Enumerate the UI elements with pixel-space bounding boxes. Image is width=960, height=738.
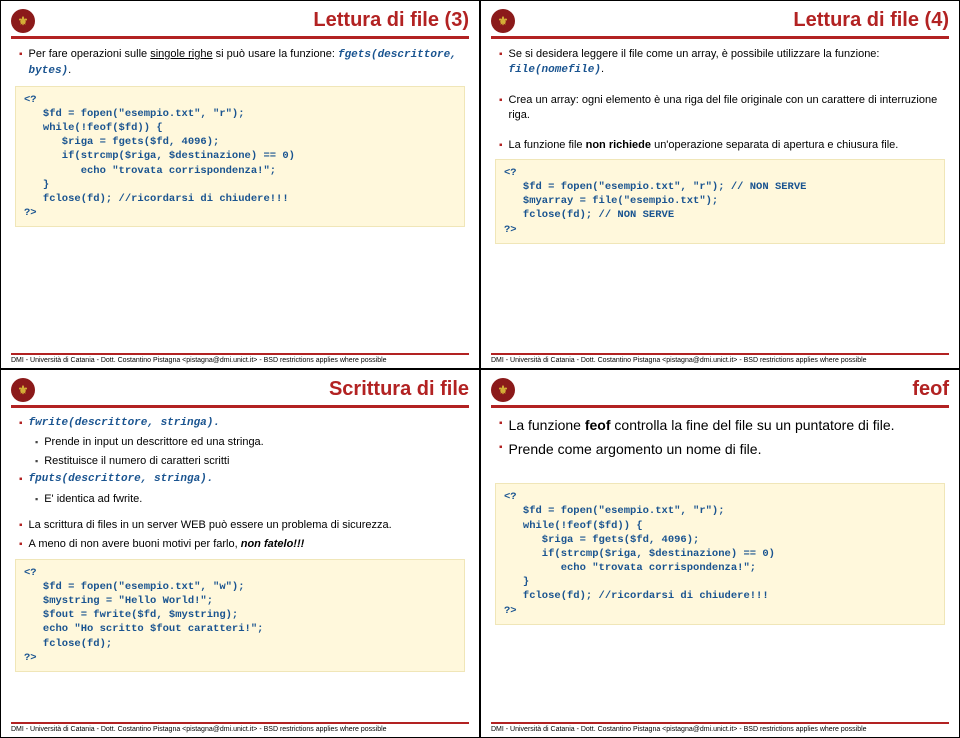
text-underline: singole righe [150, 48, 212, 60]
slide-header: Lettura di file (4) [491, 9, 949, 39]
slide-footer: DMI - Università di Catania - Dott. Cost… [11, 353, 469, 364]
bullet-item: Se si desidera leggere il file come un a… [491, 47, 949, 79]
slide-content: Per fare operazioni sulle singole righe … [11, 47, 469, 353]
slide-4: feof La funzione feof controlla la fine … [480, 369, 960, 738]
bullet-item: Prende come argomento un nome di file. [491, 440, 949, 460]
slide-header: Scrittura di file [11, 378, 469, 408]
text: Prende in input un descrittore ed una st… [44, 435, 264, 450]
text-bold: non richiede [586, 139, 651, 151]
text: si può usare la funzione: [213, 48, 338, 60]
university-logo-icon [491, 9, 515, 33]
sub-bullet-item: Restituisce il numero di caratteri scrit… [11, 454, 469, 469]
text: . [601, 63, 604, 75]
slide-header: feof [491, 378, 949, 408]
sub-bullet-item: Prende in input un descrittore ed una st… [11, 435, 469, 450]
text-bold: feof [585, 417, 611, 433]
bullet-item: fputs(descrittore, stringa). [11, 472, 469, 487]
slide-3: Scrittura di file fwrite(descrittore, st… [0, 369, 480, 738]
university-logo-icon [11, 9, 35, 33]
bullet-item: La scrittura di files in un server WEB p… [11, 518, 469, 533]
text-em: non fatelo!!! [241, 538, 305, 550]
text: La scrittura di files in un server WEB p… [29, 518, 392, 533]
text: Se si desidera leggere il file come un a… [509, 48, 880, 60]
bullet-item: fwrite(descrittore, stringa). [11, 416, 469, 431]
bullet-item: Crea un array: ogni elemento è una riga … [491, 93, 949, 124]
text: Restituisce il numero di caratteri scrit… [44, 454, 229, 469]
code-inline: file(nomefile) [509, 64, 601, 76]
code-block: <? $fd = fopen("esempio.txt", "r"); // N… [495, 159, 945, 244]
text: Prende come argomento un nome di file. [509, 440, 762, 460]
code-inline: fputs(descrittore, stringa). [29, 472, 214, 487]
slide-title: Lettura di file (4) [515, 9, 949, 32]
bullet-item: La funzione file non richiede un'operazi… [491, 138, 949, 153]
slide-header: Lettura di file (3) [11, 9, 469, 39]
slide-content: La funzione feof controlla la fine del f… [491, 416, 949, 722]
text: A meno di non avere buoni motivi per far… [29, 538, 241, 550]
code-inline: fwrite(descrittore, stringa). [29, 416, 220, 431]
bullet-item: A meno di non avere buoni motivi per far… [11, 537, 469, 552]
slide-content: fwrite(descrittore, stringa). Prende in … [11, 416, 469, 722]
text: controlla la fine del file su un puntato… [611, 417, 895, 433]
slide-title: feof [515, 378, 949, 401]
slide-footer: DMI - Università di Catania - Dott. Cost… [11, 722, 469, 733]
slide-1: Lettura di file (3) Per fare operazioni … [0, 0, 480, 369]
bullet-item: La funzione feof controlla la fine del f… [491, 416, 949, 436]
text: Per fare operazioni sulle [29, 48, 151, 60]
slide-footer: DMI - Università di Catania - Dott. Cost… [491, 353, 949, 364]
slides-grid: Lettura di file (3) Per fare operazioni … [0, 0, 960, 738]
university-logo-icon [11, 378, 35, 402]
text: Crea un array: ogni elemento è una riga … [509, 93, 949, 124]
text: La funzione file [509, 139, 586, 151]
slide-2: Lettura di file (4) Se si desidera legge… [480, 0, 960, 369]
slide-content: Se si desidera leggere il file come un a… [491, 47, 949, 353]
slide-footer: DMI - Università di Catania - Dott. Cost… [491, 722, 949, 733]
text: un'operazione separata di apertura e chi… [651, 139, 898, 151]
slide-title: Lettura di file (3) [35, 9, 469, 32]
sub-bullet-item: E' identica ad fwrite. [11, 492, 469, 507]
slide-title: Scrittura di file [35, 378, 469, 401]
code-block: <? $fd = fopen("esempio.txt", "r"); whil… [495, 483, 945, 625]
text: E' identica ad fwrite. [44, 492, 142, 507]
text: La funzione [509, 417, 585, 433]
university-logo-icon [491, 378, 515, 402]
text: . [68, 64, 71, 76]
code-block: <? $fd = fopen("esempio.txt", "w"); $mys… [15, 559, 465, 672]
bullet-item: Per fare operazioni sulle singole righe … [11, 47, 469, 80]
code-block: <? $fd = fopen("esempio.txt", "r"); whil… [15, 86, 465, 228]
